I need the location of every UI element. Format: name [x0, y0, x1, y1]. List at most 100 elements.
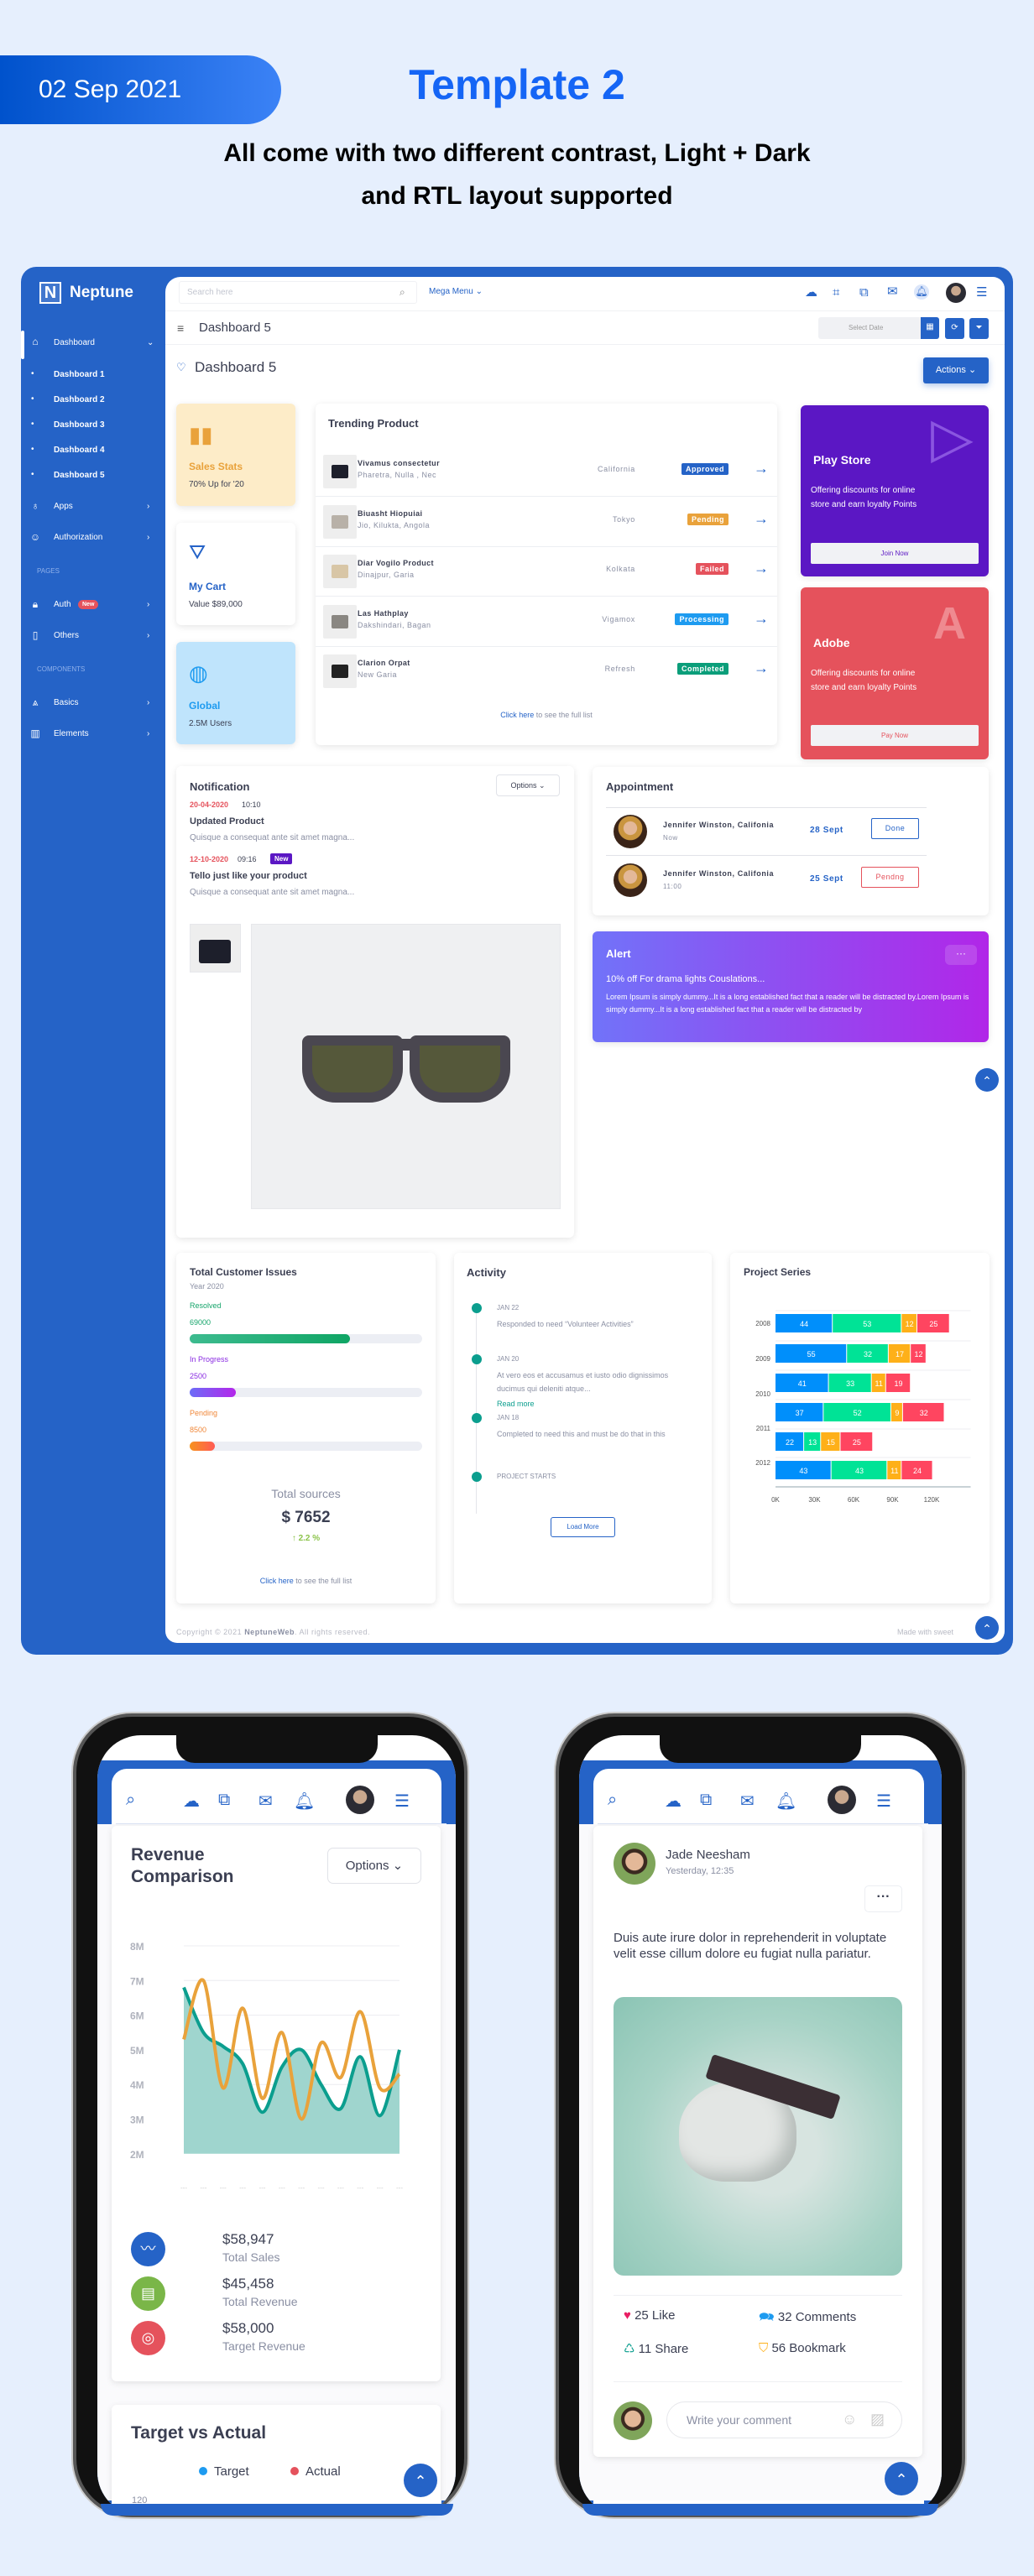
trending-row[interactable]: Biuasht Hiopuiai Jio, Kilukta, Angola Toky…	[316, 497, 777, 547]
stat-value: $58,000	[222, 2320, 274, 2336]
image-icon[interactable]: ▨	[870, 2411, 885, 2428]
search-icon[interactable]: ⌕	[608, 1791, 617, 1810]
trending-row[interactable]: Las Hathplay Dakshindari, Bagan Vigamox Pro…	[316, 597, 777, 647]
sidebar-item-dashboard[interactable]: ⌂ Dashboard ⌄	[21, 336, 165, 352]
status-badge: Failed	[695, 563, 728, 575]
pending-button[interactable]: Pendng	[861, 867, 919, 888]
more-options-button[interactable]: ···	[945, 945, 977, 965]
search-icon[interactable]: ⌕	[126, 1791, 135, 1810]
arrow-right-icon[interactable]: →	[754, 560, 769, 577]
click-here-link[interactable]: Click here	[500, 711, 534, 719]
progress-fill	[190, 1334, 351, 1343]
issue-value: 2500	[190, 1372, 207, 1380]
arrow-right-icon[interactable]: →	[754, 510, 769, 528]
read-more-link[interactable]: Read more	[497, 1400, 535, 1408]
filter-button[interactable]: ⏷	[969, 318, 989, 339]
sliders-icon[interactable]: ☰	[876, 1791, 891, 1812]
product-image-sunglasses	[251, 924, 561, 1209]
share-count[interactable]: ♺ 11 Share	[624, 2341, 688, 2356]
sidebar-item-basics[interactable]: ⩓ Basics ›	[21, 696, 165, 712]
sidebar-item-dashboard-4[interactable]: • Dashboard 4	[31, 444, 157, 457]
more-options-button[interactable]: ···	[864, 1885, 902, 1912]
sidebar-item-authorization[interactable]: ☺ Authorization ›	[21, 531, 165, 546]
sidebar-item-dashboard-2[interactable]: • Dashboard 2	[31, 394, 157, 407]
sidebar-item-auth[interactable]: 🔒︎ Auth New ›	[21, 598, 165, 613]
arrow-right-icon[interactable]: →	[754, 460, 769, 477]
activity-date: JAN 22	[497, 1304, 520, 1311]
sidebar-item-others[interactable]: ▯ Others ›	[21, 629, 165, 644]
bar-label: 32	[920, 1409, 928, 1417]
emoji-icon[interactable]: ☺	[842, 2411, 857, 2428]
bell-icon[interactable]: 🔔︎	[294, 1791, 315, 1812]
target-vs-actual-card	[112, 2405, 441, 2514]
sidebar-item-elements[interactable]: ▥ Elements ›	[21, 727, 165, 743]
pay-now-button[interactable]: Pay Now	[811, 725, 979, 746]
calendar-button[interactable]: ▦	[921, 317, 939, 339]
legend-actual: Actual	[290, 2464, 341, 2479]
issue-label: Pending	[190, 1409, 218, 1417]
avatar[interactable]	[828, 1786, 856, 1814]
translate-icon[interactable]: ⧉	[859, 286, 869, 300]
avatar[interactable]	[946, 283, 966, 303]
heartbeat-icon: ♡	[176, 361, 186, 373]
translate-icon[interactable]: ⧉	[700, 1791, 712, 1810]
date-picker[interactable]: Select Date	[818, 317, 921, 339]
avatar	[614, 815, 647, 848]
weather-icon[interactable]: ☁	[183, 1791, 200, 1812]
comment-input[interactable]: Write your comment ☺ ▨	[666, 2401, 902, 2438]
mail-icon[interactable]: ✉	[740, 1791, 755, 1812]
chart-title: Project Series	[744, 1266, 812, 1278]
stat-value: $58,947	[222, 2231, 274, 2247]
scroll-to-top-button[interactable]: ⌃	[885, 2462, 918, 2495]
breadcrumb: Dashboard 5	[199, 321, 271, 335]
sliders-icon[interactable]: ☰	[394, 1791, 410, 1812]
options-button[interactable]: Options ⌄	[496, 774, 560, 796]
scroll-to-top-button[interactable]: ⌃	[975, 1068, 999, 1092]
sidebar-item-apps[interactable]: ♁ Apps ›	[21, 500, 165, 515]
sliders-icon[interactable]: ☰	[976, 286, 987, 300]
click-here-link[interactable]: Click here	[260, 1577, 294, 1585]
arrow-right-icon[interactable]: →	[754, 610, 769, 628]
mail-icon[interactable]: ✉	[258, 1791, 273, 1812]
trending-row[interactable]: Vivamus consectetur Pharetra, Nulla , Nec…	[316, 446, 777, 497]
y-tick-label: 7M	[130, 1975, 144, 1987]
bookmark-count[interactable]: ⛉ 56 Bookmark	[759, 2341, 846, 2355]
comment-count[interactable]: 🗪︎ 32 Comments	[759, 2308, 856, 2329]
weather-icon[interactable]: ☁	[805, 286, 817, 300]
bar-label: 22	[786, 1438, 794, 1447]
bell-icon[interactable]: 🔔︎	[776, 1791, 796, 1812]
trending-row[interactable]: Clarion Orpat New Garia Refresh Completed →	[316, 646, 777, 696]
my-cart-card[interactable]: ⛛ My Cart Value $89,000	[176, 523, 295, 625]
global-card[interactable]: ◍ Global 2.5M Users	[176, 642, 295, 744]
arrow-right-icon[interactable]: →	[754, 660, 769, 677]
sidebar-item-dashboard-5[interactable]: • Dashboard 5	[31, 469, 157, 482]
search-input[interactable]: Search here ⌕	[179, 281, 417, 304]
fullscreen-exit-icon[interactable]: ⌗	[833, 286, 839, 300]
join-now-button[interactable]: Join Now	[811, 543, 979, 564]
bar-label: 53	[863, 1320, 871, 1328]
product-thumbnail[interactable]	[190, 924, 241, 973]
like-count[interactable]: ♥ 25 Like	[624, 2308, 675, 2323]
refresh-button[interactable]: ⟳	[945, 318, 964, 339]
done-button[interactable]: Done	[871, 818, 919, 839]
revenue-chart: 8M 7M 6M 5M 4M 3M 2M --- --- --- --- --- --- --- --- --…	[130, 1941, 403, 2192]
sales-stats-card[interactable]: ▮▮ Sales Stats 70% Up for '20	[176, 404, 295, 506]
bell-icon[interactable]: 🔔︎	[914, 284, 929, 300]
search-icon[interactable]: ⌕	[400, 286, 405, 299]
sidebar-item-dashboard-3[interactable]: • Dashboard 3	[31, 419, 157, 432]
translate-icon[interactable]: ⧉	[218, 1791, 230, 1810]
options-button[interactable]: Options ⌄	[327, 1848, 421, 1884]
trending-row[interactable]: Diar Vogilo Product Dinajpur, Garia Kolkat…	[316, 546, 777, 597]
mail-icon[interactable]: ✉	[887, 285, 898, 299]
mega-menu[interactable]: Mega Menu ⌄	[429, 287, 483, 296]
play-store-card: ▷ Play Store Offering discounts for onli…	[801, 405, 989, 576]
sidebar-item-dashboard-1[interactable]: • Dashboard 1	[31, 368, 157, 382]
scroll-to-top-button[interactable]: ⌃	[404, 2464, 437, 2497]
weather-icon[interactable]: ☁	[665, 1791, 682, 1812]
menu-toggle-icon[interactable]: ≡	[177, 321, 184, 335]
actions-button[interactable]: Actions ⌄	[923, 357, 989, 383]
x-tick-label: ---	[220, 2184, 227, 2192]
avatar[interactable]	[346, 1786, 374, 1814]
load-more-button[interactable]: Load More	[551, 1517, 615, 1537]
scroll-to-top-button[interactable]: ⌃	[975, 1616, 999, 1640]
